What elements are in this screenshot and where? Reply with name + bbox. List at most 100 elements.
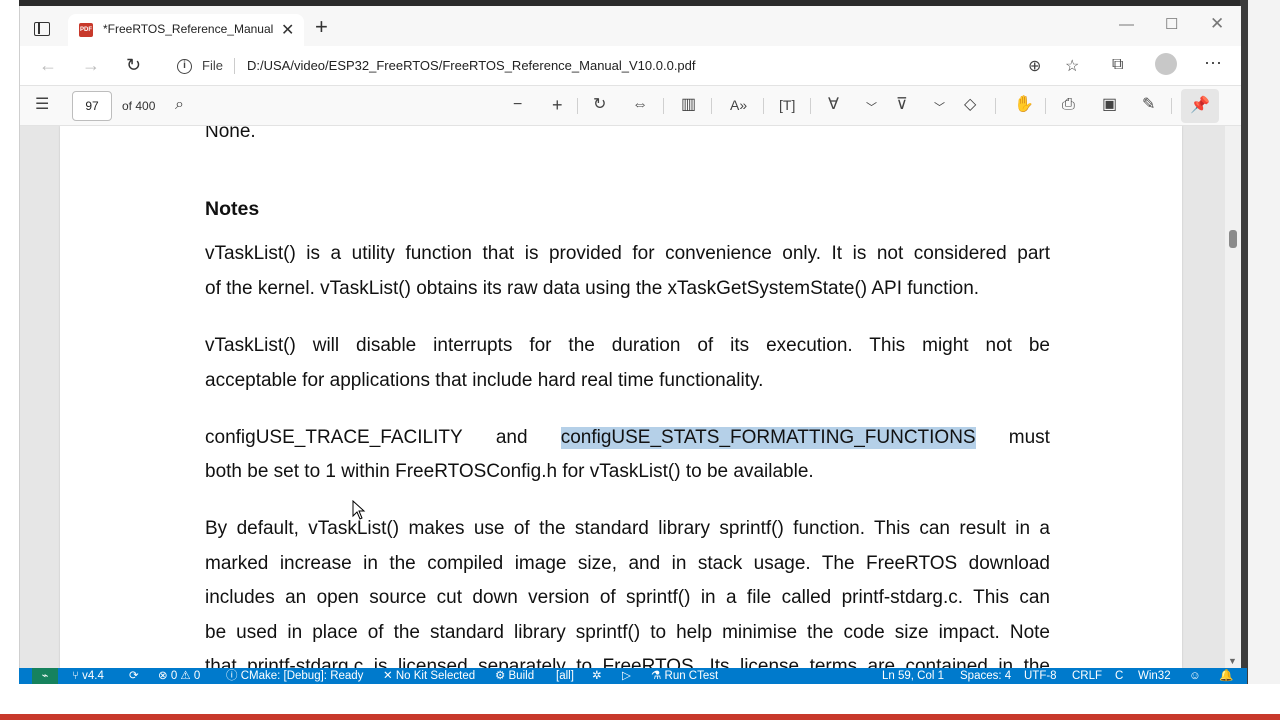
text-line: configUSE_TRACE_FACILITY and configUSE_S… xyxy=(205,427,1050,449)
build-label: Build xyxy=(508,670,535,682)
debug-icon[interactable]: ✲ xyxy=(592,669,602,683)
avatar[interactable] xyxy=(1155,53,1177,75)
more-icon[interactable]: ⋯ xyxy=(1204,53,1222,74)
maximize-icon[interactable]: ☐ xyxy=(1165,15,1178,33)
close-window-icon[interactable]: ✕ xyxy=(1210,14,1224,34)
scroll-down-icon[interactable]: ▼ xyxy=(1228,656,1237,666)
line-ending[interactable]: CRLF xyxy=(1072,669,1102,683)
save-as-icon[interactable]: ✎ xyxy=(1142,96,1155,114)
divider xyxy=(1045,98,1046,114)
close-tab-icon[interactable]: ✕ xyxy=(281,20,294,40)
back-icon[interactable]: ← xyxy=(39,55,57,76)
reload-icon[interactable]: ↻ xyxy=(126,55,141,76)
build-target[interactable]: [all] xyxy=(556,669,574,683)
divider xyxy=(663,98,664,114)
eraser-icon[interactable]: ◇ xyxy=(964,96,976,114)
browser-tab[interactable]: PDF *FreeRTOS_Reference_Manual_V ✕ xyxy=(68,14,304,46)
tab-title: *FreeRTOS_Reference_Manual_V xyxy=(103,22,273,36)
info-icon[interactable]: i xyxy=(177,59,192,74)
minimize-icon[interactable]: — xyxy=(1119,16,1134,33)
new-tab-icon[interactable]: + xyxy=(315,16,328,38)
pdf-icon: PDF xyxy=(79,23,93,37)
divider xyxy=(763,98,764,114)
text-line: None. xyxy=(205,126,256,142)
divider xyxy=(577,98,578,114)
sync-icon[interactable]: ⟳ xyxy=(129,669,139,683)
text-line: vTaskList() is a utility function that i… xyxy=(205,243,1050,264)
cursor-position[interactable]: Ln 59, Col 1 xyxy=(882,669,944,683)
draw-options-chevron-down-icon[interactable]: ﹀ xyxy=(866,99,877,117)
touch-write-icon[interactable]: ✋ xyxy=(1014,96,1034,114)
encoding[interactable]: UTF-8 xyxy=(1024,669,1057,683)
pdf-page: None. Notes vTaskList() is a utility fun… xyxy=(60,126,1182,668)
address-bar: ← → ↻ i File D:/USA/video/ESP32_FreeRTOS… xyxy=(20,46,1241,86)
vscode-status-bar: ⌁ ⑂ v4.4 ⟳ ⊗ 0 ⚠ 0 ⓘ CMake: [Debug]: Rea… xyxy=(19,668,1247,684)
pdf-toolbar: ☰ 97 of 400 ⌕ − + ↻ ⇔ ▥ A» [T] ∀ ﹀ ⊽ ﹀ ◇… xyxy=(20,86,1241,126)
rotate-icon[interactable]: ↻ xyxy=(593,96,606,114)
text-line: vTaskList() will disable interrupts for … xyxy=(205,335,1050,356)
url-text: D:/USA/video/ESP32_FreeRTOS/FreeRTOS_Ref… xyxy=(247,58,696,73)
background-left-edge xyxy=(0,0,19,720)
table-of-contents-icon[interactable]: ☰ xyxy=(35,96,49,114)
tab-actions-icon[interactable] xyxy=(34,22,50,36)
collections-icon[interactable]: ⧉ xyxy=(1112,56,1123,74)
highlight-icon[interactable]: ⊽ xyxy=(896,96,908,114)
file-label: File xyxy=(202,58,223,73)
text-line: acceptable for applications that include… xyxy=(205,370,764,391)
scrollbar-thumb[interactable] xyxy=(1229,230,1237,248)
feedback-icon[interactable]: ☺ xyxy=(1189,669,1201,683)
screen: PDF *FreeRTOS_Reference_Manual_V ✕ + — ☐… xyxy=(0,0,1280,720)
background-bottom-bar xyxy=(0,714,1280,720)
branch-indicator[interactable]: ⑂ v4.4 xyxy=(72,669,104,683)
divider xyxy=(234,58,235,74)
remote-indicator[interactable]: ⌁ xyxy=(32,668,58,684)
divider xyxy=(1171,98,1172,114)
zoom-out-icon[interactable]: − xyxy=(513,96,522,114)
add-text-icon[interactable]: [T] xyxy=(779,96,795,114)
text-segment: configUSE_TRACE_FACILITY xyxy=(205,427,463,448)
page-count: of 400 xyxy=(122,99,156,113)
text-line: both be set to 1 within FreeRTOSConfig.h… xyxy=(205,461,814,482)
text-line: of the kernel. vTaskList() obtains its r… xyxy=(205,278,980,299)
text-segment: and xyxy=(495,427,528,448)
run-icon[interactable]: ▷ xyxy=(622,669,631,683)
page-view-icon[interactable]: ▥ xyxy=(681,96,696,114)
divider xyxy=(711,98,712,114)
notifications-bell-icon[interactable]: 🔔 xyxy=(1219,669,1233,683)
read-aloud-icon[interactable]: A» xyxy=(730,96,747,114)
kit-selector[interactable]: ✕ No Kit Selected xyxy=(383,669,475,683)
text-line: includes an open source cut down version… xyxy=(205,587,1050,608)
url-input[interactable]: i File D:/USA/video/ESP32_FreeRTOS/FreeR… xyxy=(164,51,1084,81)
fit-to-width-icon[interactable]: ⇔ xyxy=(632,96,648,114)
text-line: be used in place of the standard library… xyxy=(205,622,1050,643)
zoom-icon[interactable]: ⊕ xyxy=(1028,56,1041,76)
language-mode[interactable]: C xyxy=(1115,669,1123,683)
page-number-input[interactable]: 97 xyxy=(72,91,112,121)
pin-toolbar-icon[interactable]: 📌 xyxy=(1181,89,1219,123)
print-icon[interactable]: ⎙ xyxy=(1062,96,1075,114)
platform[interactable]: Win32 xyxy=(1138,669,1171,683)
section-heading: Notes xyxy=(205,198,260,220)
draw-icon[interactable]: ∀ xyxy=(828,96,839,114)
branch-name: v4.4 xyxy=(82,670,104,682)
highlight-options-chevron-down-icon[interactable]: ﹀ xyxy=(934,99,945,117)
problems-indicator[interactable]: ⊗ 0 ⚠ 0 xyxy=(158,669,200,683)
background-right-border xyxy=(1240,0,1248,720)
text-line: marked increase in the compiled image si… xyxy=(205,553,1050,574)
favorite-star-icon[interactable]: ☆ xyxy=(1065,56,1079,76)
vertical-scrollbar[interactable]: ▲ ▼ xyxy=(1225,126,1241,668)
indentation[interactable]: Spaces: 4 xyxy=(960,669,1011,683)
text-line: By default, vTaskList() makes use of the… xyxy=(205,518,1050,539)
divider xyxy=(995,98,996,114)
text-segment: must xyxy=(1008,427,1050,448)
forward-icon[interactable]: → xyxy=(82,55,100,76)
browser-window: PDF *FreeRTOS_Reference_Manual_V ✕ + — ☐… xyxy=(19,6,1241,668)
pdf-viewer[interactable]: None. Notes vTaskList() is a utility fun… xyxy=(20,126,1241,668)
ctest-label: Run CTest xyxy=(664,670,719,682)
zoom-in-icon[interactable]: + xyxy=(552,96,563,114)
build-button[interactable]: ⚙ Build xyxy=(495,669,534,683)
run-ctest-button[interactable]: ⚗ Run CTest xyxy=(651,669,718,683)
search-icon[interactable]: ⌕ xyxy=(175,96,184,114)
save-icon[interactable]: ▣ xyxy=(1102,96,1117,114)
cmake-status[interactable]: ⓘ CMake: [Debug]: Ready xyxy=(226,669,363,683)
